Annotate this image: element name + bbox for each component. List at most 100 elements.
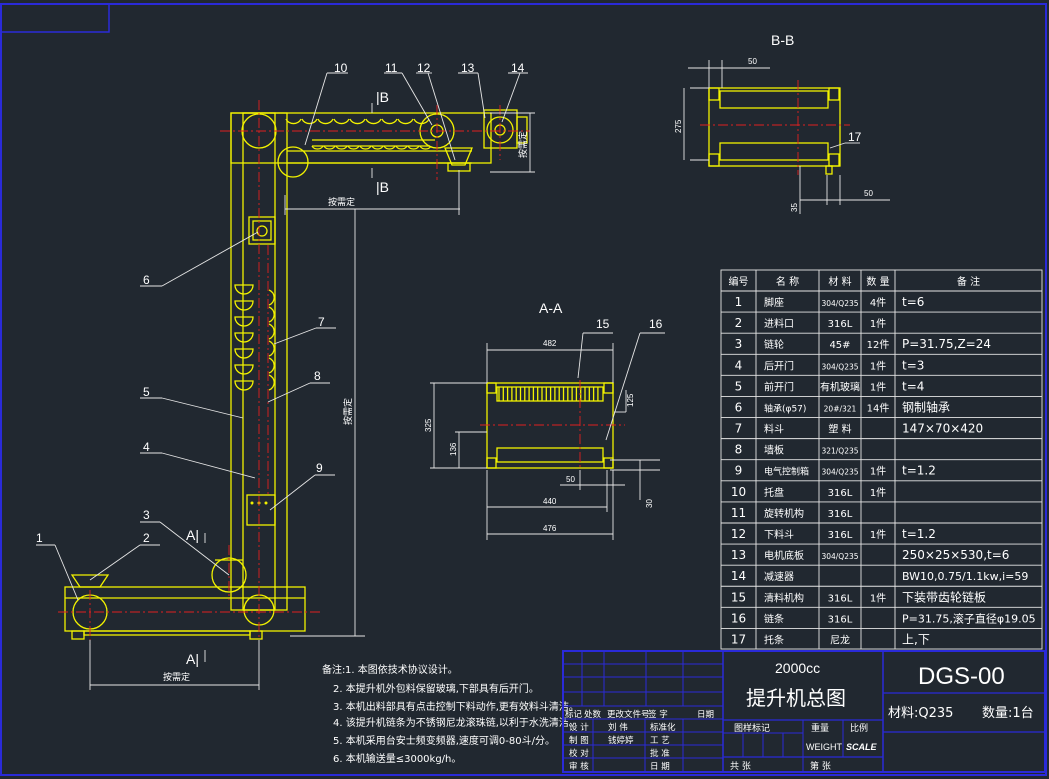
bucket [349,118,366,125]
table-cell: 45# [829,340,850,351]
title-capacity: 2000cc [775,660,820,676]
table-cell: 前开门 [764,380,794,393]
dim-bb-50-top: 50 [748,57,757,66]
balloon-8: 8 [314,369,321,383]
bucket [268,323,275,340]
rev-header-cell: 更改文件号 [607,709,650,720]
table-cell: 304/Q235 [821,299,858,308]
weight-label: 重量 [811,722,829,734]
rev-header-cell: 签 字 [648,709,668,720]
table-cell: 清料机构 [764,591,804,604]
table-cell: 12件 [867,339,890,351]
table-cell: 有机玻璃 [820,380,860,393]
table-cell: 304/Q235 [821,468,858,477]
balloon-7: 7 [318,315,325,329]
table-cell: 316L [828,614,853,625]
balloon-3: 3 [143,508,150,522]
table-cell: 8 [735,443,743,457]
table-header-cell: 数 量 [866,275,889,288]
balloon-16: 16 [649,317,663,331]
table-header-cell: 备 注 [957,275,980,288]
table-cell: 5 [735,379,743,393]
table-cell: 电机底板 [764,549,804,562]
rev-header-cell: 日期 [697,710,714,720]
notes-heading: 备注: [322,663,345,676]
section-label-b-top: |B [376,89,389,105]
table-cell: 1件 [870,360,886,372]
balloon-14: 14 [511,61,525,75]
notes-block: 备注: 1. 本图依技术协议设计。 2. 本提升机外包料保留玻璃,下部具有后开门… [322,663,579,765]
table-cell: 托条 [764,633,784,646]
table-cell: 轴承(φ57) [764,402,806,414]
bucket [365,118,382,125]
table-cell: 4 [735,358,743,372]
table-cell: 链条 [764,612,784,625]
table-cell: 托盘 [764,486,784,499]
table-cell: 3 [735,337,743,351]
table-cell: 1件 [870,529,886,541]
table-cell: t=3 [902,358,924,372]
bucket [234,284,254,295]
dim-aa-136: 136 [449,442,458,456]
role-cell: 制 图 [569,735,589,746]
bucket [234,380,254,391]
role-cell: 日 期 [650,762,670,772]
table-cell: 上,下 [902,632,930,646]
table-cell: 17 [731,632,746,646]
bucket [268,357,275,374]
table-cell: 脚座 [764,296,784,309]
quantity-label: 数量:1台 [982,706,1034,721]
dim-aa-325: 325 [424,418,433,432]
table-cell: 尼龙 [830,633,850,646]
table-header-cell: 材 料 [828,275,851,288]
section-labels: |B |B A| A| B-B A-A [186,32,794,667]
rev-header-cell: 处数 [584,709,602,720]
table-cell: 14件 [867,402,890,414]
bucket [268,374,275,391]
bucket [234,300,254,311]
bucket [397,118,414,125]
balloon-6: 6 [143,273,150,287]
table-cell: 316L [828,488,853,499]
drawing-frame [0,3,1047,776]
table-cell: t=1.2 [902,527,936,541]
note-3: 3. 本机出料部具有点击控制下料动作,更有效料斗清洁。 [333,700,579,713]
bucket [268,289,275,306]
table-cell: 10 [731,485,746,499]
table-cell: 1件 [870,487,886,499]
balloon-4: 4 [143,440,150,454]
table-cell: 304/Q235 [821,362,858,371]
note-5: 5. 本机采用台安士频变频器,速度可调0-80斗/分。 [333,734,555,747]
section-title-aa: A-A [539,300,563,316]
table-cell: 链轮 [764,338,784,351]
table-cell: 250×25×530,t=6 [902,548,1009,562]
table-cell: 1件 [870,318,886,330]
note-2: 2. 本提升机外包料保留玻璃,下部具有后开门。 [333,682,539,695]
section-label-a-bottom: A| [186,651,199,667]
bucket [317,118,334,125]
table-cell: 316L [828,593,853,604]
table-cell: 13 [731,548,746,562]
table-cell: 后开门 [764,359,794,372]
balloon-1: 1 [36,531,43,545]
bucket [234,364,254,375]
balloon-9: 9 [316,461,323,475]
table-cell: 20#/321 [824,404,857,413]
dim-bb-50-bottom: 50 [864,189,873,198]
section-title-bb: B-B [771,32,794,48]
role-cell: 刘 伟 [608,722,628,733]
dim-aa-482: 482 [543,339,557,348]
note-4: 4. 该提升机链条为不锈钢尼龙滚珠链,以利于水洗清洁。 [333,716,579,729]
dim-base-length: 按需定 [163,671,190,683]
scale-label-en: SCALE [846,742,877,752]
table-cell: 减速器 [764,571,794,583]
section-label-b-bottom: |B [376,179,389,195]
dim-aa-125: 125 [626,393,635,407]
balloon-15: 15 [596,317,610,331]
balloon-5: 5 [143,385,150,399]
table-cell: 321/Q235 [821,447,858,456]
table-cell: 316L [828,530,853,541]
drawing-number: DGS-00 [918,663,1005,690]
bucket [234,332,254,343]
dim-head-length: 按需定 [328,196,355,208]
